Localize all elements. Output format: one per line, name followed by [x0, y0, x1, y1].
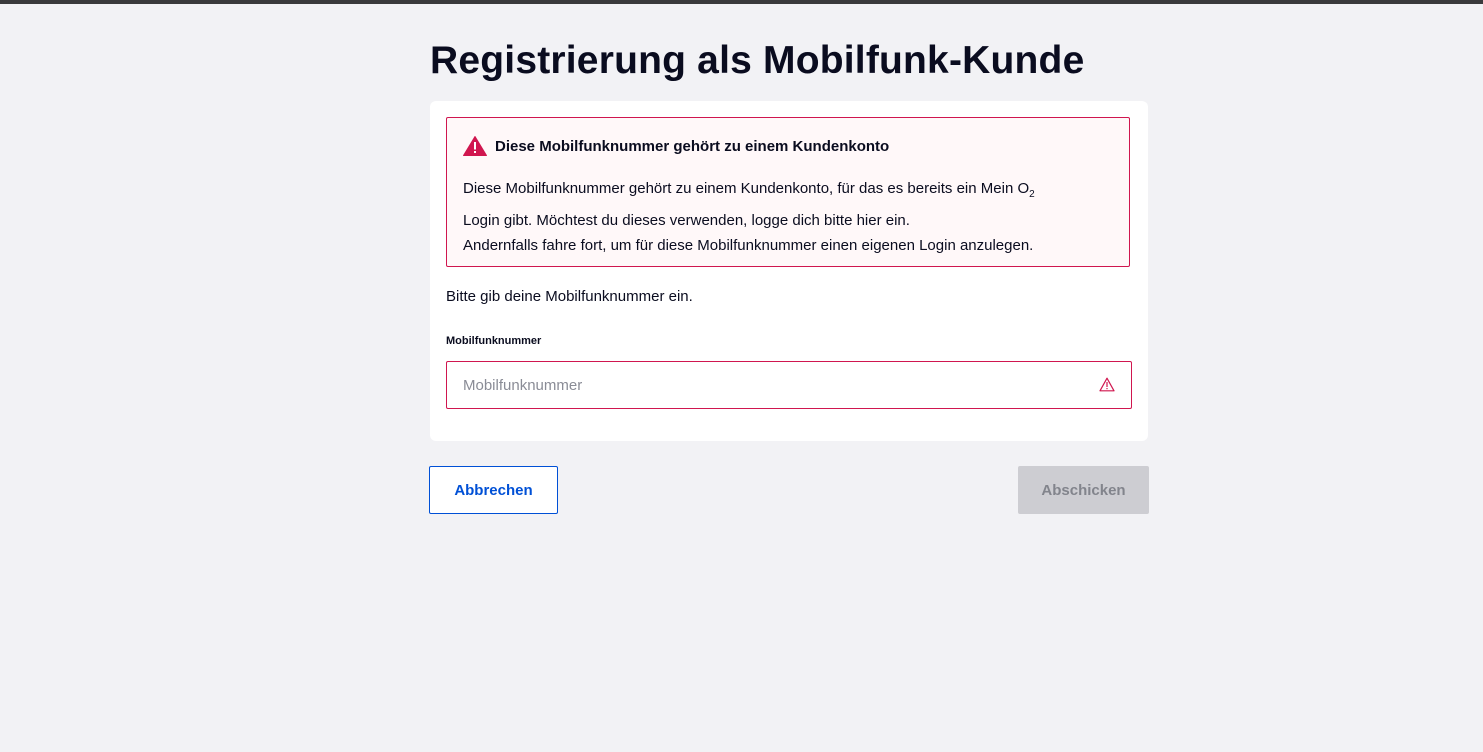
alert-line-1: Diese Mobilfunknummer gehört zu einem Ku… — [463, 180, 1035, 200]
top-bar — [0, 0, 1483, 4]
alert-line-3: Andernfalls fahre fort, um für diese Mob… — [463, 237, 1034, 254]
form-intro-text: Bitte gib deine Mobilfunknummer ein. — [446, 288, 693, 305]
o2-subscript: 2 — [1029, 189, 1035, 200]
warning-triangle-icon — [463, 136, 487, 156]
submit-button[interactable]: Abschicken — [1018, 466, 1149, 514]
error-alert: Diese Mobilfunknummer gehört zu einem Ku… — [446, 117, 1130, 267]
phone-label: Mobilfunknummer — [446, 335, 542, 347]
warning-outline-icon — [1099, 377, 1115, 392]
page-title: Registrierung als Mobilfunk-Kunde — [430, 39, 1085, 82]
registration-card: Diese Mobilfunknummer gehört zu einem Ku… — [430, 101, 1148, 441]
cancel-button[interactable]: Abbrechen — [429, 466, 558, 514]
phone-field — [446, 361, 1132, 409]
phone-input[interactable] — [447, 362, 1083, 408]
alert-line-2: Login gibt. Möchtest du dieses verwenden… — [463, 211, 910, 229]
alert-title: Diese Mobilfunknummer gehört zu einem Ku… — [495, 138, 890, 155]
alert-message: Diese Mobilfunknummer gehört zu einem Ku… — [463, 176, 1113, 259]
